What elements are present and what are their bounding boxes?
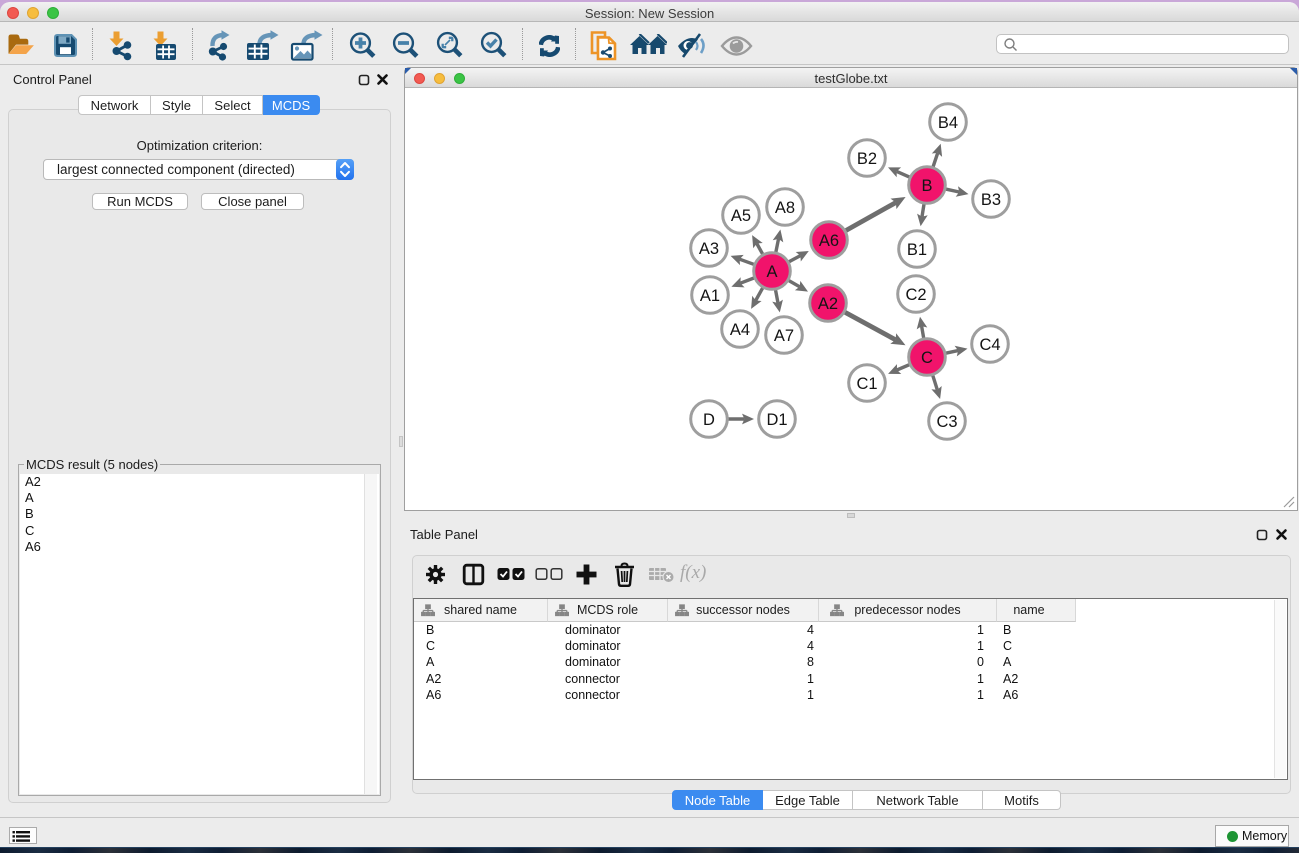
svg-text:B3: B3 [981,191,1001,209]
svg-text:B2: B2 [857,150,877,168]
svg-text:B1: B1 [907,241,927,259]
svg-text:C2: C2 [905,286,926,304]
svg-text:A6: A6 [819,232,839,250]
svg-text:A4: A4 [730,321,750,339]
svg-text:B4: B4 [938,114,958,132]
svg-text:C3: C3 [936,413,957,431]
svg-text:A5: A5 [731,207,751,225]
svg-text:A8: A8 [775,199,795,217]
svg-text:A: A [766,263,777,281]
svg-text:A7: A7 [774,327,794,345]
svg-text:A2: A2 [818,295,838,313]
svg-text:A3: A3 [699,240,719,258]
svg-text:D1: D1 [766,411,787,429]
svg-text:C: C [921,349,933,367]
svg-text:D: D [703,411,715,429]
svg-text:B: B [921,177,932,195]
svg-text:A1: A1 [700,287,720,305]
svg-text:C1: C1 [856,375,877,393]
svg-text:C4: C4 [979,336,1000,354]
